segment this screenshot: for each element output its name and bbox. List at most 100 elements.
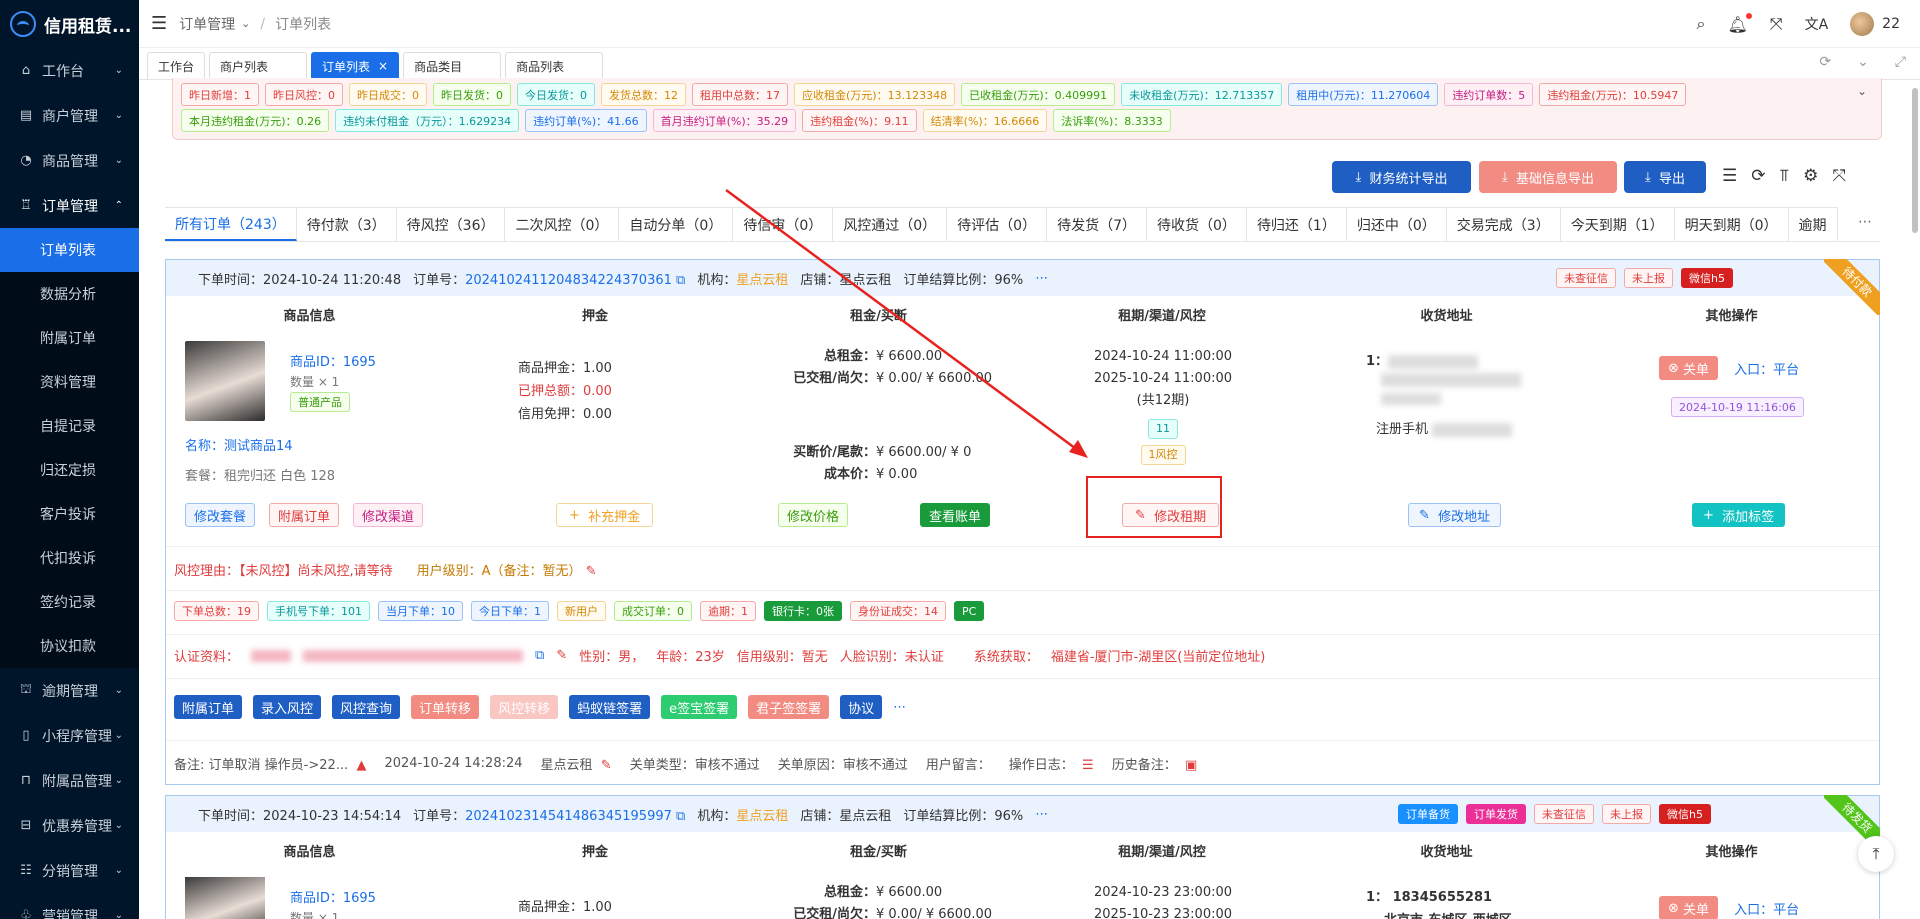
status-tab[interactable]: 二次风控（0）	[505, 207, 620, 241]
product-id[interactable]: 商品ID：1695	[290, 351, 376, 370]
product-id[interactable]: 商品ID：1695	[290, 887, 376, 906]
product-image[interactable]	[185, 877, 265, 919]
status-tab[interactable]: 自动分单（0）	[619, 207, 734, 241]
ship-order-badge[interactable]: 订单发货	[1466, 804, 1526, 824]
more-icon[interactable]: ⋯	[893, 700, 906, 715]
refresh-icon[interactable]: ⟳	[1819, 54, 1831, 70]
tag-workbench[interactable]: 工作台	[147, 52, 206, 79]
status-tab[interactable]: 逾期	[1788, 207, 1838, 241]
edit-icon[interactable]: ✎	[601, 758, 612, 773]
edit-channel-button[interactable]: 修改渠道	[353, 503, 424, 527]
close-order-button[interactable]: ⊗ 关单	[1659, 896, 1719, 919]
add-deposit-button[interactable]: + 补充押金	[556, 503, 654, 527]
sidebar-sub-debit-complaints[interactable]: 代扣投诉	[0, 536, 139, 580]
calendar-icon[interactable]: ▣	[1185, 758, 1197, 773]
edit-price-button[interactable]: 修改价格	[778, 503, 849, 527]
sidebar-sub-complaints[interactable]: 客户投诉	[0, 492, 139, 536]
status-tab[interactable]: 待付款（3）	[296, 207, 397, 241]
order-number[interactable]: 2024102314541486345195997	[465, 809, 672, 824]
status-tab[interactable]: 今天到期（1）	[1560, 207, 1675, 241]
status-tab[interactable]: 交易完成（3）	[1446, 207, 1561, 241]
user-menu[interactable]: 22	[1850, 12, 1900, 36]
tag-product-list[interactable]: 商品列表	[505, 52, 604, 79]
operation-button[interactable]: 蚂蚁链签署	[569, 695, 651, 719]
bell-icon[interactable]: 🔔︎	[1727, 12, 1752, 34]
status-tab[interactable]: 明天到期（0）	[1674, 207, 1789, 241]
operation-button[interactable]: 协议	[840, 695, 883, 719]
tag-product-category[interactable]: 商品类目	[403, 52, 502, 79]
edit-package-button[interactable]: 修改套餐	[185, 503, 256, 527]
operation-button[interactable]: 风控转移	[490, 695, 559, 719]
sidebar-sub-analytics[interactable]: 数据分析	[0, 272, 139, 316]
add-tag-button[interactable]: + 添加标签	[1692, 503, 1786, 527]
close-icon[interactable]: ×	[378, 59, 388, 73]
status-tab[interactable]: 归还中（0）	[1346, 207, 1447, 241]
refresh-icon[interactable]: ⟳	[1751, 166, 1765, 186]
translate-icon[interactable]: 文A	[1805, 14, 1829, 34]
close-order-button[interactable]: ⊗ 关单	[1659, 356, 1719, 380]
sidebar-sub-sub-orders[interactable]: 附属订单	[0, 316, 139, 360]
tag-merchant-list[interactable]: 商户列表	[209, 52, 308, 79]
list-icon[interactable]: ☰	[1722, 166, 1737, 186]
user-stat-badge: 今日下单：1	[471, 601, 549, 621]
copy-icon[interactable]: ⧉	[676, 809, 685, 824]
operation-button[interactable]: 录入风控	[253, 695, 322, 719]
product-name[interactable]: 名称：测试商品14	[185, 435, 293, 454]
status-tab[interactable]: 待收货（0）	[1147, 207, 1247, 241]
back-to-top-button[interactable]: ⤒	[1858, 836, 1894, 872]
sub-order-button[interactable]: 附属订单	[269, 503, 340, 527]
sidebar-item-workbench[interactable]: ⌂ 工作台 ⌄	[0, 48, 139, 93]
finance-export-button[interactable]: ⤓ 财务统计导出	[1332, 161, 1471, 193]
edit-icon[interactable]: ✎	[556, 648, 567, 663]
edit-address-button[interactable]: ✎ 修改地址	[1408, 503, 1502, 527]
sidebar-sub-agreement-debit[interactable]: 协议扣款	[0, 624, 139, 668]
operation-button[interactable]: e签宝签署	[661, 695, 738, 719]
sidebar-item-coupons[interactable]: ⊟ 优惠券管理 ⌄	[0, 803, 139, 848]
product-image[interactable]	[185, 341, 265, 421]
operation-button[interactable]: 风控查询	[332, 695, 401, 719]
breadcrumb-parent[interactable]: 订单管理	[179, 14, 235, 34]
copy-icon[interactable]: ⧉	[676, 273, 685, 288]
more-icon[interactable]: ⋯	[1035, 807, 1048, 822]
operation-button[interactable]: 君子签签署	[748, 695, 830, 719]
sidebar-item-distribution[interactable]: ☷ 分销管理 ⌄	[0, 848, 139, 893]
collapse-icon[interactable]: ⌄	[1857, 84, 1867, 98]
sidebar-sub-sign-records[interactable]: 签约记录	[0, 580, 139, 624]
sidebar-item-products[interactable]: ◔ 商品管理 ⌄	[0, 138, 139, 183]
fullscreen-icon[interactable]: ⤧	[1832, 166, 1846, 186]
sidebar-item-merchants[interactable]: ▤ 商户管理 ⌄	[0, 93, 139, 138]
chevron-down-icon[interactable]: ⌄	[1857, 54, 1869, 70]
menu-fold-icon[interactable]: ☰	[151, 13, 167, 34]
basic-info-export-button[interactable]: ⤓ 基础信息导出	[1479, 161, 1617, 193]
tag-order-list[interactable]: 订单列表 ×	[311, 52, 400, 79]
operation-button[interactable]: 附属订单	[174, 695, 243, 719]
column-height-icon[interactable]: ⫪	[1780, 166, 1790, 186]
scrollbar[interactable]	[1912, 88, 1918, 233]
more-icon[interactable]: ⋯	[1858, 214, 1872, 230]
sidebar-sub-return-damage[interactable]: 归还定损	[0, 448, 139, 492]
sidebar-item-miniapp[interactable]: ▯ 小程序管理 ⌄	[0, 713, 139, 758]
sidebar-sub-pickup[interactable]: 自提记录	[0, 404, 139, 448]
sidebar-item-accessories[interactable]: ⊓ 附属品管理 ⌄	[0, 758, 139, 803]
status-tab[interactable]: 待风控（36）	[396, 207, 506, 241]
edit-icon[interactable]: ✎	[586, 564, 597, 579]
order-number[interactable]: 2024102411204834224370361	[465, 273, 672, 288]
sidebar-item-overdue[interactable]: ⛫ 逾期管理 ⌄	[0, 668, 139, 713]
sidebar-sub-order-list[interactable]: 订单列表	[0, 228, 139, 272]
view-bill-button[interactable]: 查看账单	[920, 503, 991, 527]
sidebar-sub-documents[interactable]: 资料管理	[0, 360, 139, 404]
export-button[interactable]: ⤓ 导出	[1624, 161, 1706, 193]
expand-icon[interactable]: ⤢	[1895, 54, 1906, 70]
status-tab[interactable]: 所有订单（243）	[165, 207, 297, 241]
sidebar-item-marketing[interactable]: ♧ 营销管理 ⌄	[0, 893, 139, 919]
copy-icon[interactable]: ⧉	[535, 648, 544, 663]
list-icon[interactable]: ☰	[1082, 758, 1094, 773]
fullscreen-icon[interactable]: ⤧	[1770, 14, 1783, 34]
search-icon[interactable]: ⌕	[1697, 14, 1706, 34]
sidebar-item-orders[interactable]: ♖ 订单管理 ⌃	[0, 183, 139, 228]
settings-icon[interactable]: ⚙	[1803, 166, 1818, 186]
operation-button[interactable]: 订单转移	[411, 695, 480, 719]
stock-order-badge[interactable]: 订单备货	[1398, 804, 1458, 824]
caret-up-icon[interactable]: ▲	[356, 758, 366, 773]
status-tab[interactable]: 待归还（1）	[1246, 207, 1347, 241]
